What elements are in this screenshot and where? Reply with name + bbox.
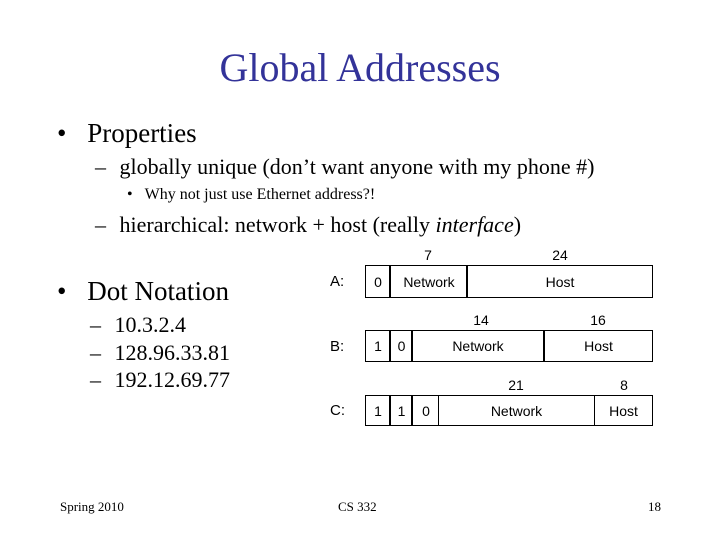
class-c-prefix-bit: 0 — [422, 402, 430, 419]
dash-icon: – — [95, 154, 106, 179]
class-c-label: C: — [330, 402, 345, 419]
class-a-label: A: — [330, 273, 345, 290]
dot-example: – 128.96.33.81 — [90, 340, 230, 365]
dash-icon: – — [90, 367, 101, 392]
class-c-host-field: Host — [609, 402, 638, 419]
class-c-network-field: Network — [490, 402, 543, 419]
footer-page-number: 18 — [648, 499, 661, 514]
class-a-host-bits: 24 — [552, 247, 568, 263]
footer-course: CS 332 — [338, 499, 377, 514]
class-a-network-field: Network — [403, 273, 455, 290]
class-a-format: 0 Network Host — [365, 265, 653, 298]
class-b-label: B: — [330, 338, 345, 355]
class-b-network-bits: 14 — [473, 312, 489, 328]
class-c-prefix-bit: 1 — [397, 402, 406, 419]
sub-bullet-hierarchical: – hierarchical: network + host (really i… — [95, 212, 522, 237]
dot-example: – 192.12.69.77 — [90, 367, 230, 392]
class-b-network-field: Network — [452, 338, 504, 354]
footer-date: Spring 2010 — [60, 499, 124, 514]
sub-bullet-globally-unique: – globally unique (don’t want anyone wit… — [95, 154, 595, 179]
dash-icon: – — [90, 340, 101, 365]
class-b-format: 1 0 Network Host — [365, 330, 653, 362]
class-c-prefix-bit: 1 — [374, 402, 382, 419]
dash-icon: – — [95, 212, 106, 237]
class-c-network-bits: 21 — [508, 377, 524, 393]
class-a-prefix-bit: 0 — [374, 273, 382, 290]
class-b-host-field: Host — [584, 338, 613, 354]
slide-title: Global Addresses — [219, 45, 501, 90]
bullet-icon: • — [57, 118, 67, 148]
bullet-properties: • Properties — [57, 118, 197, 148]
bullet-dot-notation: • Dot Notation — [57, 276, 229, 306]
class-a-host-field: Host — [545, 273, 575, 290]
class-b-prefix-bit: 1 — [374, 338, 382, 354]
dot-example: – 10.3.2.4 — [90, 312, 186, 337]
sub-sub-bullet-ethernet: • Why not just use Ethernet address?! — [127, 186, 376, 203]
bullet-icon: • — [57, 276, 67, 306]
class-c-host-bits: 8 — [620, 377, 628, 393]
bullet-icon: • — [127, 186, 133, 203]
class-a-network-bits: 7 — [424, 247, 432, 263]
class-b-host-bits: 16 — [590, 312, 606, 328]
dash-icon: – — [90, 312, 101, 337]
class-b-prefix-bit: 0 — [397, 338, 406, 354]
class-c-format: 1 1 0 Network Host — [365, 395, 653, 426]
